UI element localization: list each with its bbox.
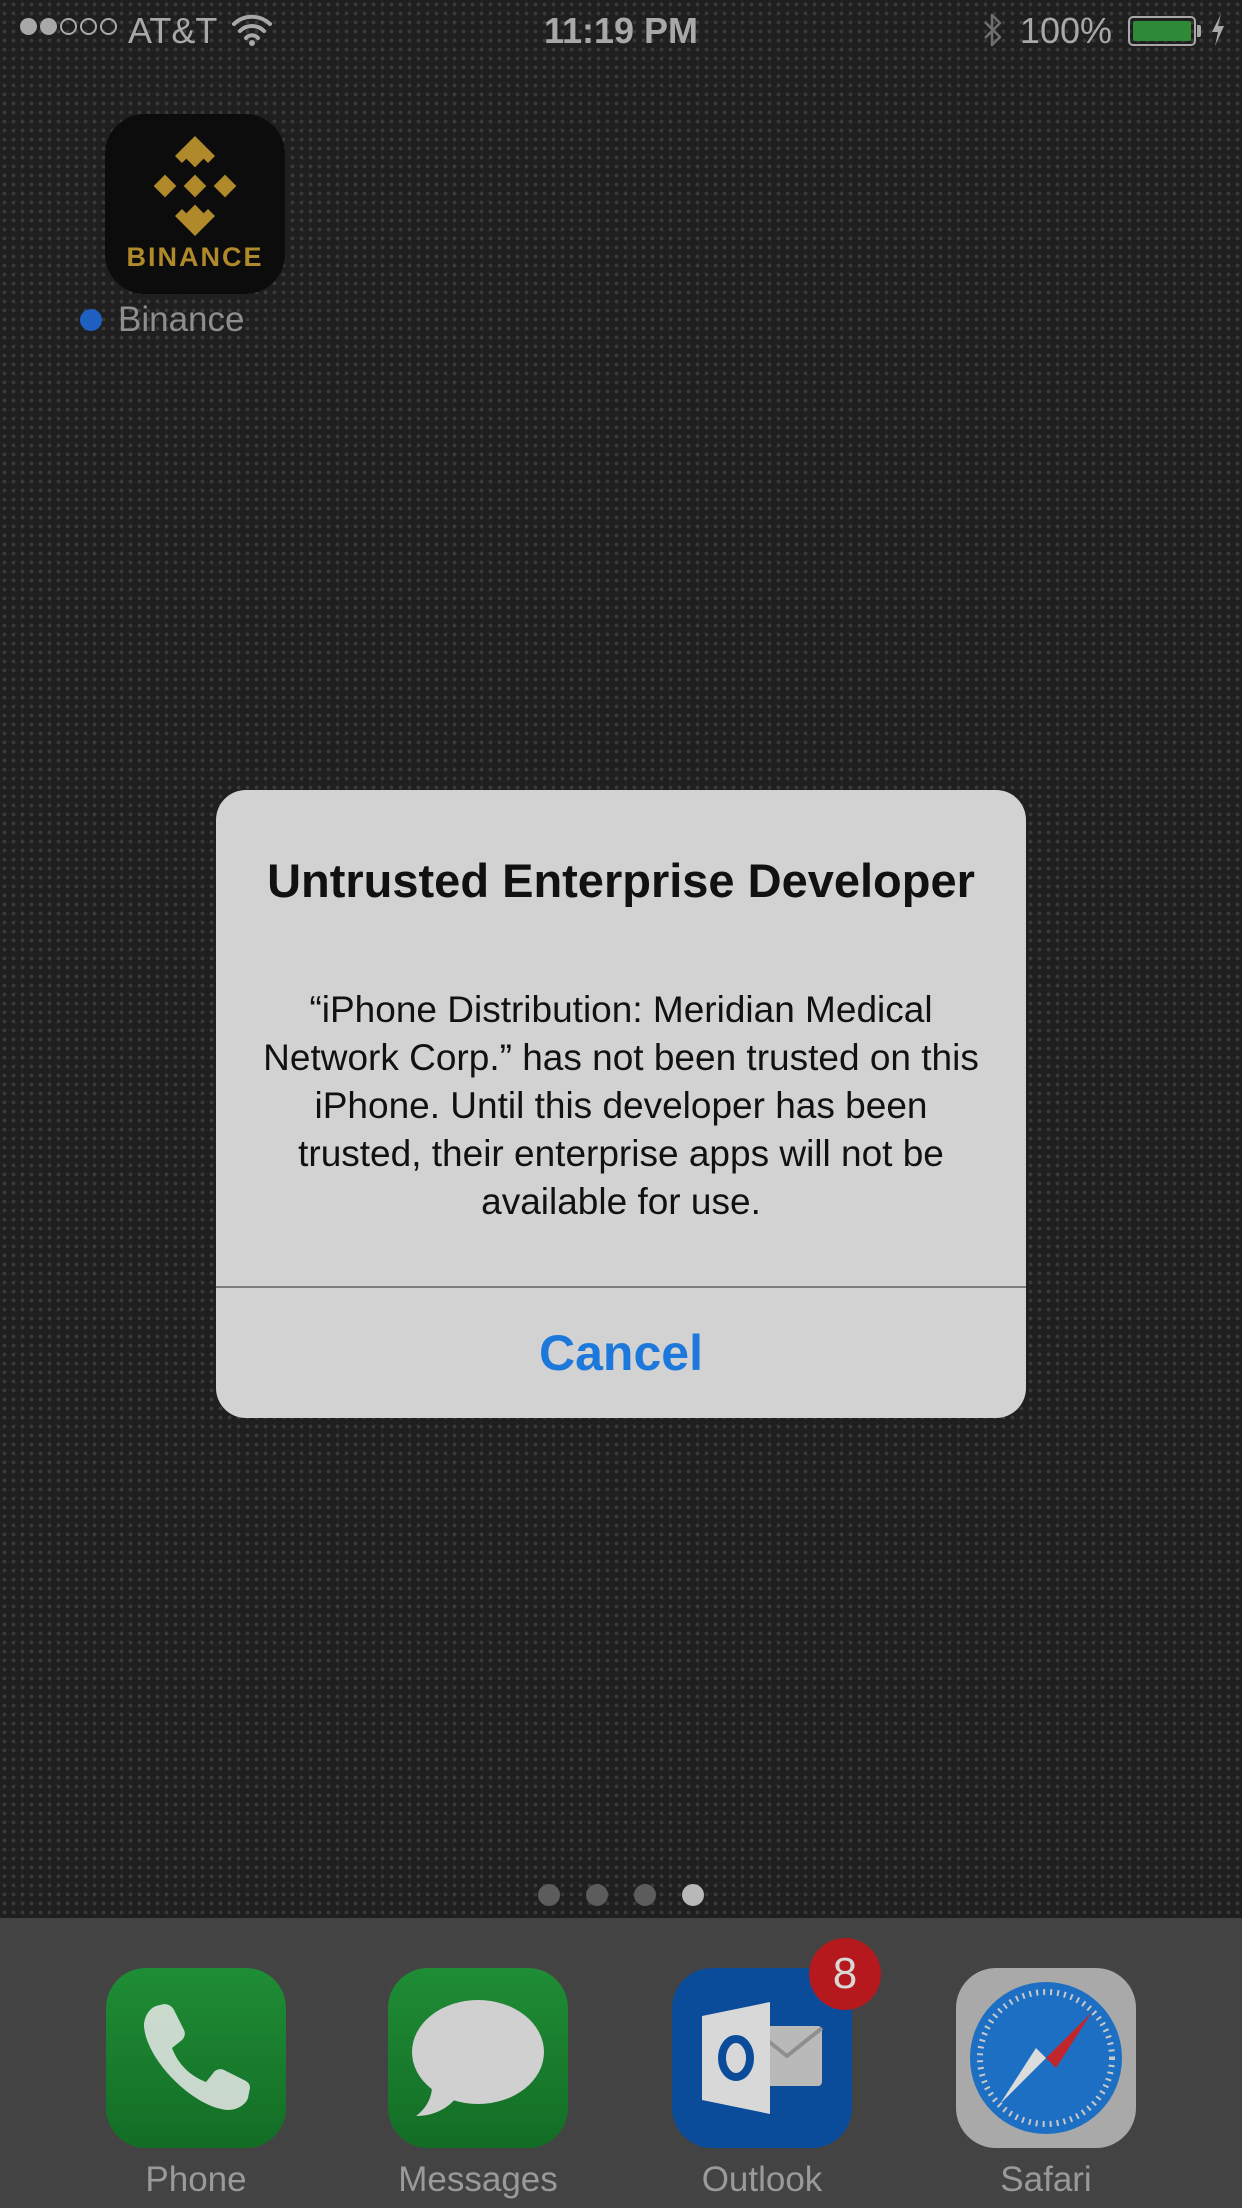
home-screen: AT&T 11:19 PM 100% BINANCE Binance Untru… [0,0,1242,2208]
page-dot[interactable] [586,1884,608,1906]
dock: Phone Messages 8 Outlook Safari [0,1918,1242,2208]
battery-nub [1197,25,1201,37]
dock-app-messages[interactable]: Messages [358,1968,598,2208]
bluetooth-icon [984,13,1002,47]
battery-icon [1128,16,1196,46]
charging-bolt-icon [1212,14,1224,46]
binance-logo-icon: BINANCE [105,114,285,294]
dock-app-outlook[interactable]: 8 Outlook [642,1938,882,2208]
compass-icon [956,1968,1136,2148]
dock-label: Messages [398,2160,558,2199]
app-label-row: Binance [80,300,244,340]
dock-app-phone[interactable]: Phone [76,1968,316,2208]
status-bar: AT&T 11:19 PM 100% [0,0,1242,60]
page-dot[interactable] [538,1884,560,1906]
untrusted-developer-alert: Untrusted Enterprise Developer “iPhone D… [216,790,1026,1418]
battery-fill [1133,21,1191,41]
alert-message: “iPhone Distribution: Meridian Medical N… [263,989,979,1222]
dock-label: Outlook [701,2160,823,2199]
new-install-dot [80,309,102,331]
page-dot[interactable] [634,1884,656,1906]
dock-label: Safari [1000,2160,1092,2199]
notification-badge: 8 [809,1938,881,2010]
dock-label: Phone [145,2160,247,2199]
dock-app-safari[interactable]: Safari [926,1968,1166,2208]
page-indicator[interactable] [0,1884,1242,1906]
cancel-button[interactable]: Cancel [216,1288,1026,1418]
battery-percent: 100% [1019,10,1112,51]
page-dot-active[interactable] [682,1884,704,1906]
phone-handset-icon [106,1968,286,2148]
binance-wordmark: BINANCE [126,242,264,272]
outlook-icon: 8 [672,1938,881,2148]
app-binance[interactable]: BINANCE Binance [60,112,330,352]
speech-bubble-icon [388,1968,568,2148]
alert-title: Untrusted Enterprise Developer [267,854,975,907]
app-label: Binance [118,300,245,339]
